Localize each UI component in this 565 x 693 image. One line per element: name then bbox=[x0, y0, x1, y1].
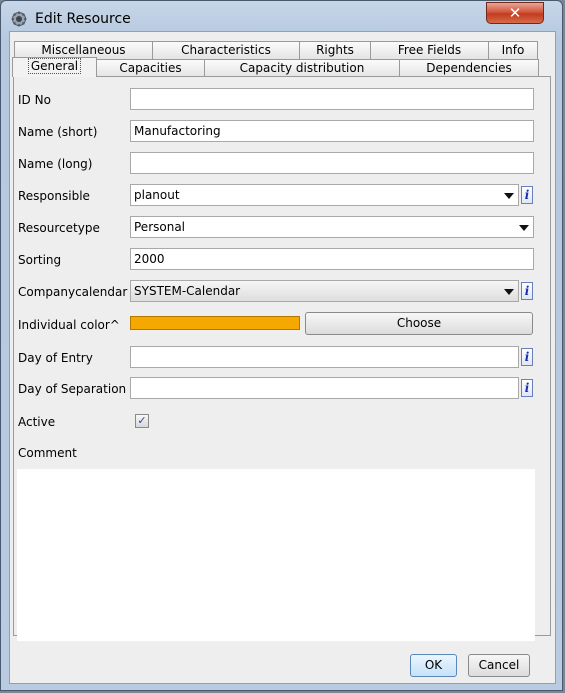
responsible-value: planout bbox=[134, 188, 180, 202]
day-of-entry-input[interactable] bbox=[130, 346, 519, 368]
responsible-dropdown[interactable]: planout bbox=[130, 184, 519, 206]
day-of-entry-label: Day of Entry bbox=[18, 351, 93, 365]
cancel-button[interactable]: Cancel bbox=[468, 654, 530, 677]
companycalendar-value: SYSTEM-Calendar bbox=[134, 284, 241, 298]
tab-dependencies[interactable]: Dependencies bbox=[399, 59, 539, 77]
window-title: Edit Resource bbox=[35, 11, 131, 27]
tab-rights[interactable]: Rights bbox=[299, 41, 371, 59]
app-gear-icon bbox=[11, 11, 27, 27]
companycalendar-label: Companycalendar bbox=[18, 285, 128, 299]
tab-info[interactable]: Info bbox=[488, 41, 538, 59]
info-icon[interactable]: i bbox=[521, 379, 533, 397]
day-of-separation-label: Day of Separation bbox=[18, 382, 127, 396]
name-long-input[interactable] bbox=[130, 152, 534, 174]
close-icon: ✕ bbox=[508, 4, 522, 22]
comment-textarea[interactable] bbox=[17, 469, 535, 641]
sorting-input[interactable]: 2000 bbox=[130, 248, 534, 270]
info-icon[interactable]: i bbox=[521, 282, 533, 300]
tab-free-fields[interactable]: Free Fields bbox=[370, 41, 489, 59]
id-no-input[interactable] bbox=[130, 88, 534, 110]
general-tab-panel: ID No Name (short) Manufactoring Name (l… bbox=[13, 76, 551, 641]
resourcetype-value: Personal bbox=[134, 220, 186, 234]
chevron-down-icon bbox=[504, 289, 514, 295]
color-swatch bbox=[130, 316, 300, 330]
info-icon[interactable]: i bbox=[521, 348, 533, 366]
resourcetype-dropdown[interactable]: Personal bbox=[130, 216, 534, 238]
companycalendar-dropdown[interactable]: SYSTEM-Calendar bbox=[130, 280, 519, 302]
day-of-separation-input[interactable] bbox=[130, 377, 519, 399]
chevron-down-icon bbox=[519, 225, 529, 231]
chevron-down-icon bbox=[504, 193, 514, 199]
id-no-label: ID No bbox=[18, 93, 51, 107]
name-long-label: Name (long) bbox=[18, 157, 93, 171]
edit-resource-window: Edit Resource ✕ Miscellaneous Characteri… bbox=[0, 0, 563, 691]
tab-general[interactable]: General bbox=[12, 57, 97, 77]
dialog-client-area: Miscellaneous Characteristics Rights Fre… bbox=[9, 31, 556, 684]
sorting-label: Sorting bbox=[18, 253, 62, 267]
active-checkbox[interactable]: ✓ bbox=[135, 414, 149, 428]
responsible-label: Responsible bbox=[18, 189, 90, 203]
tab-characteristics[interactable]: Characteristics bbox=[152, 41, 300, 59]
choose-color-button[interactable]: Choose bbox=[305, 312, 533, 335]
tab-capacities[interactable]: Capacities bbox=[96, 59, 205, 77]
name-short-label: Name (short) bbox=[18, 125, 98, 139]
name-short-input[interactable]: Manufactoring bbox=[130, 120, 534, 142]
ok-button[interactable]: OK bbox=[410, 654, 457, 677]
info-icon[interactable]: i bbox=[521, 186, 533, 204]
resourcetype-label: Resourcetype bbox=[18, 221, 100, 235]
active-label: Active bbox=[18, 415, 56, 429]
individual-color-label: Individual color^ bbox=[18, 318, 120, 332]
tab-capacity-distribution[interactable]: Capacity distribution bbox=[204, 59, 400, 77]
close-button[interactable]: ✕ bbox=[486, 2, 544, 24]
comment-label: Comment bbox=[18, 446, 77, 460]
